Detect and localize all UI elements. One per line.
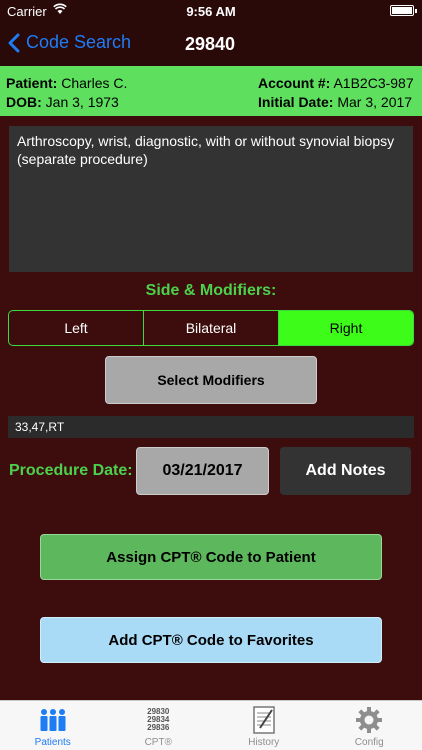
tab-patients[interactable]: Patients — [0, 701, 106, 750]
chevron-left-icon — [8, 33, 20, 52]
patient-name-label: Patient: — [6, 75, 58, 91]
side-modifiers-heading: Side & Modifiers: — [145, 282, 277, 299]
cpt-code-3: 29836 — [147, 723, 170, 732]
tab-bar: Patients 29830 29834 29836 CPT® History — [0, 700, 422, 750]
tab-config[interactable]: Config — [317, 701, 422, 750]
patient-name: Charles C. — [61, 75, 128, 91]
tab-patients-label: Patients — [34, 737, 71, 748]
side-option-right[interactable]: Right — [279, 311, 413, 345]
back-label: Code Search — [26, 32, 132, 52]
navigation-bar: Code Search 29840 — [0, 22, 422, 66]
battery-icon — [390, 5, 417, 16]
page-title: 29840 — [185, 34, 236, 54]
initial-date-value: Mar 3, 2017 — [337, 94, 413, 110]
account-label: Account #: — [258, 75, 331, 91]
add-favorites-button[interactable]: Add CPT® Code to Favorites — [40, 617, 382, 663]
initial-date-label: Initial Date: — [258, 94, 334, 110]
tab-history-label: History — [248, 737, 280, 748]
back-button[interactable]: Code Search — [8, 32, 131, 53]
procedure-description: Arthroscopy, wrist, diagnostic, with or … — [9, 126, 413, 272]
procedure-date-label: Procedure Date: — [9, 462, 133, 479]
patient-info-bar: Patient: Charles C. DOB: Jan 3, 1973 Acc… — [0, 66, 422, 116]
tab-config-label: Config — [354, 737, 384, 748]
dob-label: DOB: — [6, 94, 42, 110]
modifiers-field[interactable]: 33,47,RT — [8, 416, 414, 438]
add-notes-button[interactable]: Add Notes — [280, 447, 411, 495]
tab-cpt-label: CPT® — [144, 737, 172, 748]
dob-value: Jan 3, 1973 — [45, 94, 119, 110]
tab-cpt[interactable]: 29830 29834 29836 CPT® — [106, 701, 212, 750]
side-option-left[interactable]: Left — [9, 311, 144, 345]
clock: 9:56 AM — [186, 4, 236, 19]
select-modifiers-button[interactable]: Select Modifiers — [105, 356, 317, 404]
assign-code-button[interactable]: Assign CPT® Code to Patient — [40, 534, 382, 580]
side-selector: Left Bilateral Right — [8, 310, 414, 346]
patients-icon — [38, 705, 68, 735]
side-option-bilateral[interactable]: Bilateral — [144, 311, 279, 345]
status-bar: Carrier 9:56 AM — [0, 0, 422, 22]
cpt-codes-icon: 29830 29834 29836 — [147, 705, 169, 735]
history-icon — [252, 705, 276, 735]
account-value: A1B2C3-987 — [333, 75, 414, 91]
tab-history[interactable]: History — [211, 701, 317, 750]
procedure-date-button[interactable]: 03/21/2017 — [136, 447, 269, 495]
gear-icon — [355, 705, 383, 735]
